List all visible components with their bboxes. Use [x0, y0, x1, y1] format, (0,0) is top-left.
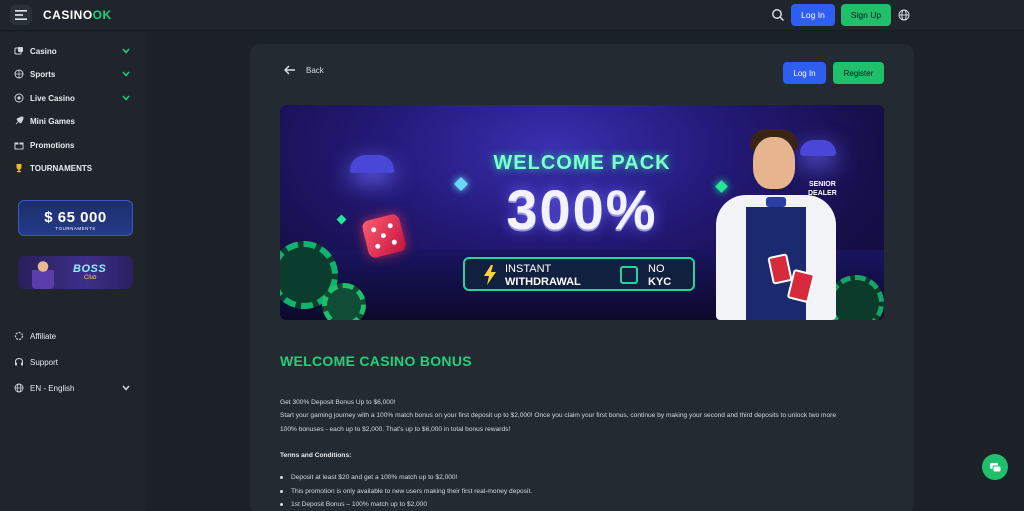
bonus-title: WELCOME CASINO BONUS	[280, 353, 472, 369]
promo-amount: $ 65 000	[44, 209, 107, 226]
tournaments-promo-banner[interactable]: $ 65 000 TOURNAMENTS	[18, 200, 133, 236]
casino-logo[interactable]: CASINOOK	[43, 8, 112, 22]
sidebar-item-label: Sports	[30, 69, 56, 79]
language-selector[interactable]: EN - English	[0, 378, 146, 398]
feature-text: INSTANT	[505, 263, 552, 275]
rocket-icon	[15, 116, 24, 125]
sidebar-item-support[interactable]: Support	[0, 352, 146, 372]
sidebar-item-label: Support	[30, 357, 59, 367]
face-scan-icon	[620, 266, 638, 284]
hero-features-pill: INSTANT WITHDRAWAL NO KYC	[463, 257, 695, 291]
back-label: Back	[306, 65, 324, 75]
top-bar: CASINOOK Log In Sign Up	[0, 0, 1024, 31]
senior-dealer-badge: SENIOR DEALER	[808, 181, 837, 197]
sidebar-item-mini-games[interactable]: Mini Games	[0, 111, 146, 131]
terms-heading: Terms and Conditions:	[280, 452, 352, 459]
chevron-down-icon	[122, 48, 130, 54]
sidebar-item-casino[interactable]: Casino	[0, 41, 146, 61]
headset-icon	[15, 357, 23, 366]
chevron-down-icon	[122, 385, 130, 391]
paragraph: Start your gaming journey with a 100% ma…	[280, 412, 837, 419]
promo-title: BOSS	[73, 263, 107, 275]
arrow-left-icon	[284, 65, 295, 75]
paragraph: Get 300% Deposit Bonus Up to $6,000!	[280, 399, 396, 406]
language-globe-icon[interactable]	[898, 9, 910, 21]
card-login-button[interactable]: Log In	[783, 62, 826, 84]
language-label: EN - English	[30, 383, 75, 393]
sidebar-item-label: Mini Games	[30, 116, 75, 126]
promo-subtitle: Club	[84, 275, 97, 281]
boss-avatar-image	[32, 259, 54, 289]
sidebar-item-live-casino[interactable]: Live Casino	[0, 88, 146, 108]
gift-icon	[14, 142, 24, 150]
sidebar-item-label: Promotions	[30, 140, 75, 150]
feature-text: NO	[648, 263, 665, 275]
sidebar: Casino Sports Live Casino Mini Games Pro…	[0, 32, 146, 511]
sidebar-item-label: Live Casino	[30, 93, 75, 103]
feature-text: WITHDRAWAL	[505, 276, 581, 288]
globe-icon	[14, 383, 24, 393]
sidebar-item-label: TOURNAMENTS	[30, 163, 93, 173]
signup-button[interactable]: Sign Up	[841, 4, 891, 26]
lightning-icon	[484, 265, 496, 285]
hamburger-icon	[15, 10, 27, 20]
back-link[interactable]: Back	[284, 65, 324, 75]
menu-toggle-button[interactable]	[10, 5, 32, 25]
ball-icon	[14, 69, 24, 79]
login-button[interactable]: Log In	[791, 4, 835, 26]
trophy-icon	[16, 164, 22, 173]
feature-text: KYC	[648, 276, 672, 288]
sidebar-item-tournaments[interactable]: TOURNAMENTS	[0, 158, 146, 178]
promo-caption: TOURNAMENTS	[55, 226, 96, 231]
search-icon[interactable]	[771, 8, 785, 22]
boss-club-promo-banner[interactable]: BOSS Club	[18, 256, 133, 289]
chat-button[interactable]	[982, 454, 1008, 480]
affiliate-icon	[14, 331, 24, 341]
chevron-down-icon	[122, 71, 130, 77]
sidebar-item-label: Casino	[30, 46, 57, 56]
dice-icon	[14, 47, 23, 55]
live-icon	[14, 93, 24, 103]
register-button[interactable]: Register	[833, 62, 884, 84]
sidebar-item-promotions[interactable]: Promotions	[0, 135, 146, 155]
sidebar-item-sports[interactable]: Sports	[0, 64, 146, 84]
chip-decoration	[322, 283, 366, 320]
chevron-down-icon	[122, 95, 130, 101]
dealer-illustration	[708, 125, 838, 320]
sidebar-item-label: Affiliate	[30, 331, 57, 341]
sidebar-item-affiliate[interactable]: Affiliate	[0, 326, 146, 346]
paragraph: 100% bonuses - each up to $2,000. That's…	[280, 426, 511, 433]
chat-icon	[989, 462, 1001, 472]
welcome-pack-hero-banner: WELCOME PACK 300% INSTANT WITHDRAWAL NO …	[280, 105, 884, 320]
